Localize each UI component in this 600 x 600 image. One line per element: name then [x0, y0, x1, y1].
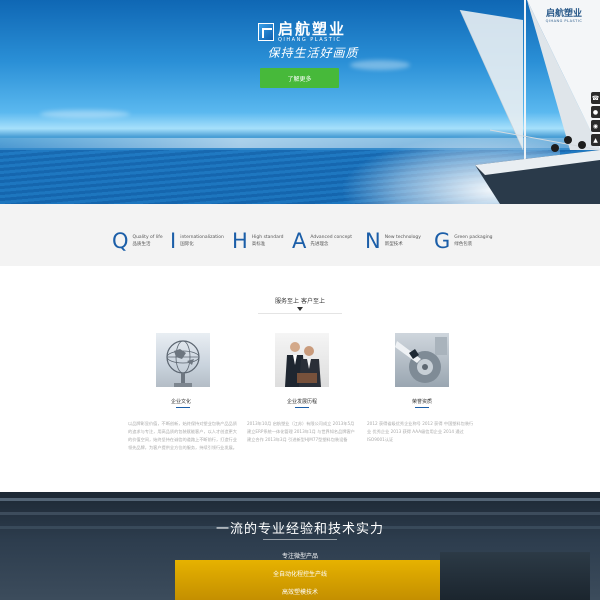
banner-list-item: 专注微型产品 [281, 553, 318, 560]
ceiling-beam [0, 498, 600, 501]
feature-en: Quality of life [132, 235, 163, 240]
feature-item-h: H High standard 高标准 [232, 229, 284, 253]
gear-icon [395, 337, 447, 383]
feature-item-q: Q Quality of life 品质生活 [112, 229, 163, 253]
service-section-title: 服务至上 客户至上 [275, 298, 325, 305]
feature-cn: 国际化 [180, 242, 194, 247]
logo-mark-icon [258, 23, 274, 41]
feature-letter: H [232, 229, 248, 253]
sail-logo-cn: 启航塑业 [545, 9, 582, 19]
caption-underline [295, 407, 309, 408]
hero-banner: 启航塑业 QIHANG PLASTIC 启航塑业 QIHANG PLASTIC … [0, 0, 600, 204]
back-to-top-icon[interactable]: ▲ [591, 134, 600, 146]
feature-en: Advanced concept [310, 235, 352, 240]
feature-item-g: G Green packaging 绿色包装 [434, 229, 493, 253]
column-description: 2013年10月 启航塑业（江苏）有限公司成立 2013年5月 建立ERP系统一… [247, 421, 355, 442]
logo-text-en: QIHANG PLASTIC [278, 37, 342, 43]
feature-cn: 新型技术 [384, 242, 403, 247]
divider [258, 313, 342, 314]
column-caption: 企业文化 [170, 399, 191, 405]
learn-more-button[interactable]: 了解更多 [260, 68, 339, 88]
hero-slogan: 保持生活好画质 [267, 46, 359, 60]
ceiling-beam [0, 512, 600, 515]
feature-en: High standard [251, 235, 284, 240]
qq-icon[interactable]: ● [591, 106, 600, 118]
honors-image[interactable] [395, 333, 449, 387]
feature-letter: G [434, 229, 451, 253]
column-description: 以品牌彰显价值，不断创新，始终保持对塑业包装产品品质的追求与专注，用高品质的包装… [128, 421, 237, 450]
feature-letter: N [365, 229, 381, 253]
banner-list-item: 高效塑模技术 [281, 589, 318, 596]
chevron-down-icon [297, 307, 303, 311]
feature-item-n: N New technology 新型技术 [365, 229, 421, 253]
feature-letter: I [170, 229, 177, 253]
banner-list-item: 全自动化程控生产线 [272, 571, 327, 578]
column-description: 2012 获得省级优秀企业称号 2012 获得 中国塑料包装行业 优秀企业 20… [367, 421, 474, 442]
yacht-sail-logo: 启航塑业 QIHANG PLASTIC [538, 6, 590, 23]
feature-letter: Q [112, 229, 129, 253]
column-caption: 荣誉资质 [411, 399, 432, 405]
corporate-culture-image[interactable] [156, 333, 210, 387]
factory-banner [0, 492, 600, 600]
wechat-icon[interactable]: ◉ [591, 120, 600, 132]
feature-en: Green packaging [454, 235, 493, 240]
feature-item-i: I internationalization 国际化 [170, 229, 224, 253]
caption-underline [176, 407, 190, 408]
feature-strip: Q Quality of life 品质生活 I internationaliza… [0, 204, 600, 266]
feature-cn: 品质生活 [132, 242, 151, 247]
phone-icon[interactable]: ☎ [591, 92, 600, 104]
banner-title: 一流的专业经验和技术实力 [215, 522, 384, 537]
site-logo[interactable]: 启航塑业 QIHANG PLASTIC [258, 20, 378, 44]
yacht-illustration [459, 0, 600, 204]
feature-en: internationalization [180, 235, 224, 240]
feature-cn: 绿色包装 [454, 242, 473, 247]
divider [263, 539, 337, 540]
feature-cn: 先进理念 [310, 242, 329, 247]
globe-icon [166, 340, 200, 387]
column-caption: 企业发展历程 [286, 399, 317, 405]
cloud [40, 110, 130, 118]
feature-item-a: A Advanced concept 先进理念 [292, 229, 352, 253]
development-history-image[interactable] [275, 333, 329, 387]
logo-text-cn: 启航塑业 [278, 20, 347, 38]
feature-en: New technology [384, 235, 421, 240]
people-icon [285, 342, 321, 387]
feature-cn: 高标准 [251, 242, 266, 247]
feature-letter: A [292, 229, 307, 253]
sail-logo-en: QIHANG PLASTIC [545, 19, 583, 23]
caption-underline [415, 407, 429, 408]
floating-toolbar: ☎ ● ◉ ▲ [591, 92, 600, 146]
